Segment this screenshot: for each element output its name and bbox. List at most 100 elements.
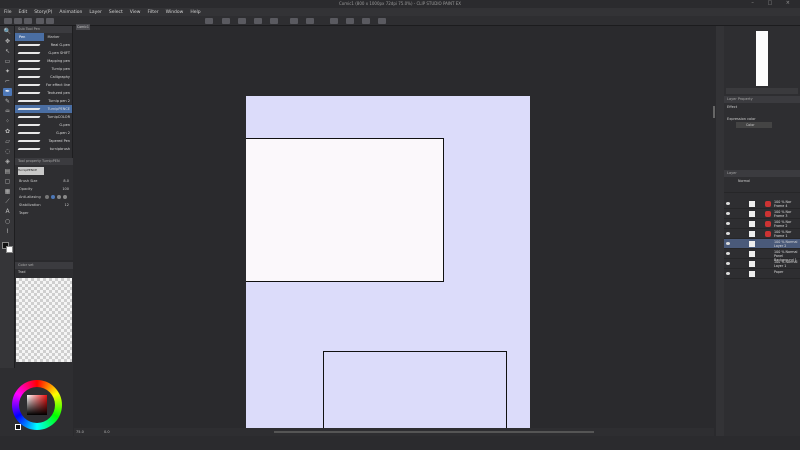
layer-row[interactable]: 100 % Nor Frame 2 <box>724 219 800 229</box>
fill-icon[interactable] <box>222 18 230 24</box>
color-set-tab[interactable]: Trad <box>15 269 73 276</box>
layer-row[interactable]: 100 % Normal Layer 2 <box>724 239 800 249</box>
eraser-tool-icon[interactable]: ▱ <box>3 138 12 146</box>
menu-animation[interactable]: Animation <box>59 10 82 15</box>
brush-item[interactable]: G-pen <box>15 121 72 129</box>
navigator-thumbnail[interactable] <box>756 31 768 86</box>
save-icon[interactable] <box>24 18 32 24</box>
open-icon[interactable] <box>14 18 22 24</box>
snap-icon[interactable] <box>290 18 298 24</box>
zoom-value[interactable]: 75.0 <box>76 430 84 434</box>
move-tool-icon[interactable]: ✥ <box>3 38 12 46</box>
selection-tool-icon[interactable]: ▭ <box>3 58 12 66</box>
menu-filter[interactable]: Filter <box>147 10 158 15</box>
eye-icon[interactable] <box>726 232 730 235</box>
correct-line-tool-icon[interactable]: ⌇ <box>3 228 12 236</box>
balloon-tool-icon[interactable]: ○ <box>3 218 12 226</box>
fill-tool-icon[interactable]: ◈ <box>3 158 12 166</box>
navigator-controls[interactable] <box>726 88 798 94</box>
blend-mode-select[interactable]: Normal <box>724 177 800 185</box>
airbrush-tool-icon[interactable]: ⁘ <box>3 118 12 126</box>
ruler-snap-icon[interactable] <box>346 18 354 24</box>
brush-item[interactable]: TurnipCOLOR <box>15 113 72 121</box>
taper-row[interactable]: Taper <box>15 209 73 217</box>
eye-icon[interactable] <box>726 272 730 275</box>
eye-icon[interactable] <box>726 202 730 205</box>
redo-icon[interactable] <box>46 18 54 24</box>
frame-border-1[interactable] <box>246 138 444 282</box>
opacity-value[interactable]: 100 <box>62 185 69 193</box>
eye-icon[interactable] <box>726 252 730 255</box>
brush-item[interactable]: Turnip pen <box>15 65 72 73</box>
ruler-icon[interactable] <box>306 18 314 24</box>
brush-tool-icon[interactable]: ♒ <box>3 108 12 116</box>
menu-help[interactable]: Help <box>190 10 200 15</box>
decoration-tool-icon[interactable]: ✿ <box>3 128 12 136</box>
brush-item[interactable]: G-pen 2 <box>15 129 72 137</box>
aa-medium-icon[interactable] <box>57 195 61 199</box>
figure-tool-icon[interactable]: ▢ <box>3 178 12 186</box>
anti-aliasing-row[interactable]: Anti-aliasing <box>15 193 73 201</box>
layer-row[interactable]: 100 % Normal Panel Background 1 <box>724 249 800 262</box>
aa-none-icon[interactable] <box>45 195 49 199</box>
pencil-tool-icon[interactable]: ✎ <box>3 98 12 106</box>
canvas-icon[interactable] <box>330 18 338 24</box>
grid-icon[interactable] <box>362 18 370 24</box>
zoom-tool-icon[interactable]: 🔍 <box>3 28 12 36</box>
sub-color-swatch[interactable] <box>6 246 13 253</box>
brush-item[interactable]: For effect line <box>15 81 72 89</box>
ruler-tool-icon[interactable]: ⟋ <box>3 198 12 206</box>
eye-icon[interactable] <box>726 212 730 215</box>
new-icon[interactable] <box>4 18 12 24</box>
brush-item[interactable]: Turnip pen 2 <box>15 97 72 105</box>
layer-row[interactable]: 100 % Nor Frame 3 <box>724 209 800 219</box>
brush-item[interactable]: Real G-pen <box>15 41 72 49</box>
brush-item[interactable]: Tapered Pen <box>15 137 72 145</box>
frame-border-2[interactable] <box>323 351 507 431</box>
color-swatch-grid[interactable] <box>16 278 72 362</box>
current-color-icon[interactable] <box>15 424 21 430</box>
scroll-thumb[interactable] <box>713 106 715 118</box>
auto-select-tool-icon[interactable]: ✦ <box>3 68 12 76</box>
aa-strong-icon[interactable] <box>63 195 67 199</box>
eye-icon[interactable] <box>726 262 730 265</box>
layer-row[interactable]: Paper <box>724 269 800 279</box>
brush-item[interactable]: Calligraphy <box>15 73 72 81</box>
brush-item[interactable]: Textured pen <box>15 89 72 97</box>
deselect-icon[interactable] <box>270 18 278 24</box>
horizontal-scrollbar[interactable] <box>274 431 594 433</box>
brush-item[interactable]: TurnipPENCE <box>15 105 72 113</box>
brush-item[interactable]: turnipbrush <box>15 145 72 153</box>
pen-tool-icon[interactable]: ✒ <box>3 88 12 96</box>
brush-size-row[interactable]: Brush Size 8.0 <box>15 177 73 185</box>
menu-select[interactable]: Select <box>109 10 123 15</box>
clear-icon[interactable] <box>205 18 213 24</box>
frame-tool-icon[interactable]: ▦ <box>3 188 12 196</box>
layer-row[interactable]: 100 % Nor Frame 4 <box>724 199 800 209</box>
menu-window[interactable]: Window <box>166 10 184 15</box>
brush-item[interactable]: Mapping pen <box>15 57 72 65</box>
document-tab[interactable]: Comic1 <box>76 24 90 30</box>
eyedropper-tool-icon[interactable]: ⌐ <box>3 78 12 86</box>
menu-file[interactable]: File <box>4 10 12 15</box>
menu-story[interactable]: Story(P) <box>34 10 52 15</box>
opacity-row[interactable]: Opacity 100 <box>15 185 73 193</box>
gradient-tool-icon[interactable]: ▤ <box>3 168 12 176</box>
text-tool-icon[interactable]: A <box>3 208 12 216</box>
eye-icon[interactable] <box>726 242 730 245</box>
eye-icon[interactable] <box>726 222 730 225</box>
layer-row[interactable]: 100 % Normal Layer 1 <box>724 259 800 269</box>
operation-tool-icon[interactable]: ↖ <box>3 48 12 56</box>
undo-icon[interactable] <box>36 18 44 24</box>
expression-color-select[interactable]: Color <box>736 122 772 128</box>
menu-edit[interactable]: Edit <box>19 10 28 15</box>
stabilization-row[interactable]: Stabilization 12 <box>15 201 73 209</box>
settings-icon[interactable] <box>378 18 386 24</box>
saturation-value-square[interactable] <box>27 395 47 415</box>
menu-layer[interactable]: Layer <box>89 10 102 15</box>
blend-tool-icon[interactable]: ◌ <box>3 148 12 156</box>
brush-item[interactable]: G-pen SHIFT <box>15 49 72 57</box>
window-controls[interactable]: – □ × <box>751 0 796 6</box>
transform-icon[interactable] <box>238 18 246 24</box>
aa-weak-icon[interactable] <box>51 195 55 199</box>
